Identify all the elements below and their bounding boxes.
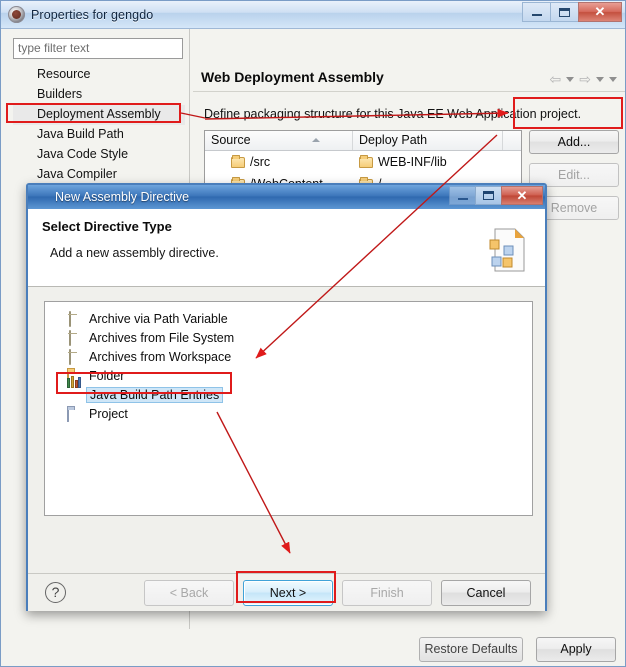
sidebar-item-resource[interactable]: Resource	[13, 65, 185, 85]
directive-label: Java Build Path Entries	[86, 386, 224, 403]
wizard-buttons: < Back Next > Finish Cancel	[144, 580, 531, 606]
directive-label: Project	[89, 406, 128, 421]
sidebar-item-java-build-path[interactable]: Java Build Path	[13, 125, 185, 145]
directive-label: Archive via Path Variable	[89, 311, 228, 326]
filter-input[interactable]: type filter text	[13, 38, 183, 59]
sidebar-item-deployment-assembly[interactable]: Deployment Assembly	[13, 105, 185, 125]
directive-archive-via-path-variable[interactable]: Archive via Path Variable	[45, 309, 532, 328]
question-mark-icon[interactable]: ?	[45, 582, 66, 603]
view-menu-icon[interactable]	[609, 77, 617, 82]
column-header-deploy-path[interactable]: Deploy Path	[353, 131, 503, 150]
directive-archives-from-file-system[interactable]: Archives from File System	[45, 328, 532, 347]
dialog-title: New Assembly Directive	[55, 190, 190, 204]
dialog-minimize-button	[449, 186, 476, 205]
dialog-close-button[interactable]: ✕	[501, 186, 543, 205]
back-arrow-icon[interactable]: ⇦	[550, 71, 562, 88]
dialog-header: Select Directive Type Add a new assembly…	[28, 209, 545, 287]
table-row[interactable]: /src WEB-INF/lib	[205, 151, 521, 173]
add-button[interactable]: Add...	[529, 130, 619, 154]
books-icon	[67, 375, 83, 402]
maximize-button[interactable]	[550, 2, 579, 22]
window-title: Properties for gengdo	[31, 7, 154, 22]
sidebar-item-java-compiler[interactable]: Java Compiler	[13, 165, 185, 185]
project-icon	[67, 405, 83, 422]
jar-icon	[67, 348, 83, 365]
apply-button[interactable]: Apply	[536, 637, 616, 662]
table-header: Source Deploy Path	[205, 131, 521, 151]
directive-java-build-path-entries[interactable]: Java Build Path Entries	[45, 375, 532, 404]
dialog-footer: ? < Back Next > Finish Cancel	[28, 573, 545, 611]
dialog-content: Archive via Path Variable Archives from …	[28, 287, 545, 573]
cell-source-text: /src	[250, 155, 271, 169]
folder-icon	[359, 154, 373, 168]
dialog-heading: Select Directive Type	[42, 219, 172, 234]
window-titlebar: Properties for gengdo ✕	[1, 1, 625, 29]
sidebar-item-builders[interactable]: Builders	[13, 85, 185, 105]
forward-arrow-icon[interactable]: ⇨	[579, 71, 591, 88]
back-dropdown-icon[interactable]	[566, 77, 575, 82]
directive-label: Archives from File System	[89, 330, 235, 345]
eclipse-icon	[8, 6, 25, 23]
directive-archives-from-workspace[interactable]: Archives from Workspace	[45, 347, 532, 366]
dialog-titlebar: New Assembly Directive ✕	[28, 185, 545, 209]
sidebar-item-java-code-style[interactable]: Java Code Style	[13, 145, 185, 165]
page-nav-toolbar: ⇦ ⇨	[550, 71, 617, 88]
dialog-window-controls: ✕	[449, 186, 543, 205]
dialog-cancel-button[interactable]: Cancel	[441, 580, 531, 606]
screenshot-root: Properties for gengdo ✕ type filter text…	[0, 0, 626, 667]
close-button[interactable]: ✕	[578, 2, 622, 22]
jar-icon	[67, 310, 83, 327]
new-assembly-directive-dialog: New Assembly Directive ✕ Select Directiv…	[26, 183, 547, 611]
directive-label: Archives from Workspace	[89, 349, 232, 364]
minimize-button[interactable]	[522, 2, 551, 22]
next-button[interactable]: Next >	[243, 580, 333, 606]
directive-folder[interactable]: Folder	[45, 366, 532, 385]
forward-dropdown-icon[interactable]	[596, 77, 604, 82]
eclipse-icon	[34, 190, 49, 205]
back-button: < Back	[144, 580, 234, 606]
page-header-divider	[193, 91, 625, 92]
cell-deploy-path-text: WEB-INF/lib	[378, 155, 447, 169]
dialog-subheading: Add a new assembly directive.	[50, 246, 219, 260]
window-controls: ✕	[522, 2, 622, 22]
dialog-maximize-button[interactable]	[475, 186, 502, 205]
directive-type-list[interactable]: Archive via Path Variable Archives from …	[44, 301, 533, 516]
directive-project[interactable]: Project	[45, 404, 532, 423]
page-title: Web Deployment Assembly	[201, 69, 384, 85]
jar-icon	[67, 329, 83, 346]
properties-tree: Resource Builders Deployment Assembly Ja…	[13, 65, 185, 185]
cell-source: /src	[205, 154, 353, 169]
finish-button: Finish	[342, 580, 432, 606]
directive-label: Folder	[89, 368, 125, 383]
folder-icon	[231, 154, 245, 168]
page-description: Define packaging structure for this Java…	[204, 107, 582, 121]
column-header-source[interactable]: Source	[205, 131, 353, 150]
restore-defaults-button[interactable]: Restore Defaults	[419, 637, 523, 662]
assembly-page-icon	[489, 228, 525, 272]
cell-deploy-path: WEB-INF/lib	[353, 154, 503, 169]
